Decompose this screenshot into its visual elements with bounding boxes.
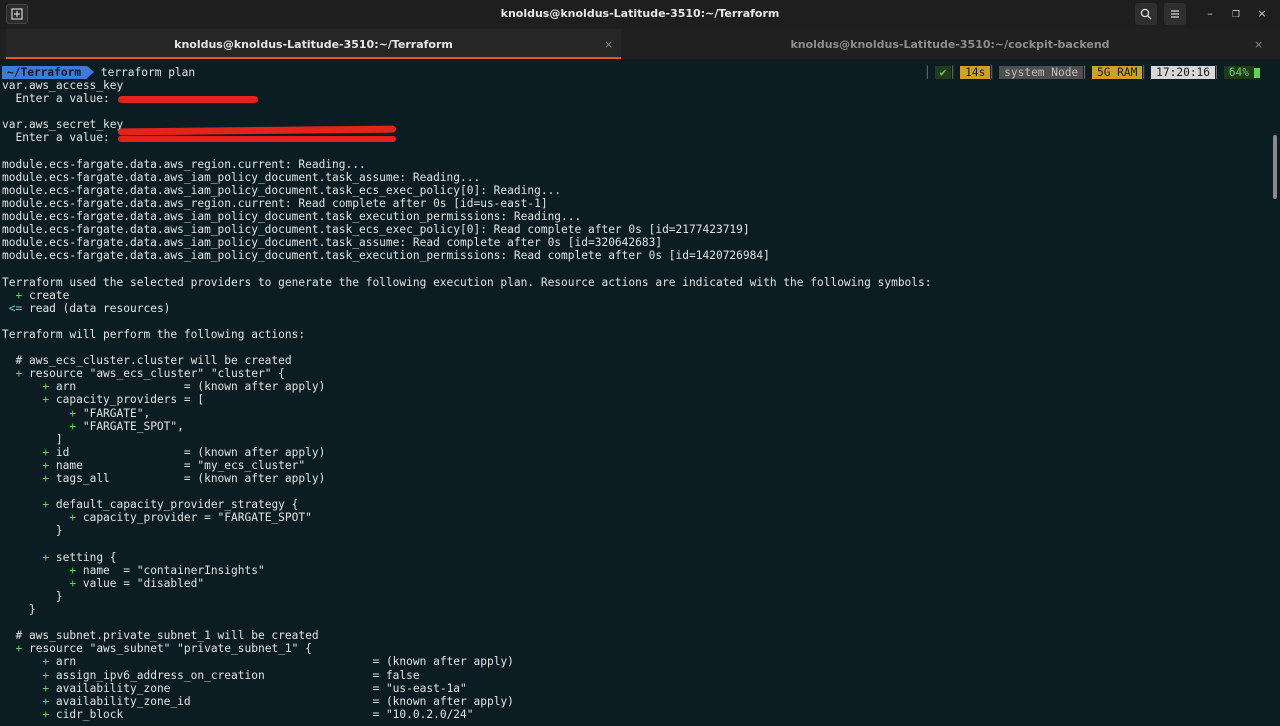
minimize-button[interactable]: –: [1201, 5, 1219, 23]
terminal-line: + create: [15, 288, 70, 302]
terminal-line: var.aws_secret_key: [2, 118, 124, 132]
redaction-mark: [118, 136, 396, 142]
prompt-arrow-icon: [87, 66, 95, 78]
terminal-line: ]: [2, 432, 63, 446]
segment-separator-icon: ▏: [1216, 66, 1223, 79]
terminal-line: + tags_all = (known after apply): [42, 472, 326, 485]
maximize-button[interactable]: ❐: [1227, 5, 1245, 23]
terminal-line: + arn = (known after apply): [42, 655, 514, 669]
title-bar: knoldus@knoldus-Latitude-3510:~/Terrafor…: [0, 0, 1280, 29]
terminal-line: + resource "aws_subnet" "private_subnet_…: [15, 642, 312, 656]
terminal-line: + "FARGATE_SPOT",: [69, 419, 184, 433]
menu-button[interactable]: [1164, 3, 1186, 25]
status-segments: ▏ ✔ ▏ 14s ▏ system Node ▏ 5G RAM ▏ 17:20…: [926, 66, 1260, 79]
redaction-mark: [117, 125, 397, 136]
status-check-icon: ✔: [934, 66, 952, 79]
terminal-line: module.ecs-fargate.data.aws_region.curre…: [2, 157, 366, 171]
tab-close-icon[interactable]: ×: [604, 38, 613, 51]
prompt-path: ~/Terraform: [2, 66, 88, 79]
terminal-line: module.ecs-fargate.data.aws_iam_policy_d…: [2, 170, 481, 184]
terminal-line: module.ecs-fargate.data.aws_iam_policy_d…: [2, 223, 750, 237]
terminal-line: # aws_ecs_cluster.cluster will be create…: [2, 354, 292, 368]
tab-close-icon[interactable]: ×: [1254, 38, 1263, 51]
status-duration: 14s: [960, 66, 991, 79]
terminal-line: module.ecs-fargate.data.aws_iam_policy_d…: [2, 183, 562, 197]
terminal-line: + assign_ipv6_address_on_creation = fals…: [42, 668, 420, 682]
tab-label: knoldus@knoldus-Latitude-3510:~/Terrafor…: [174, 38, 453, 51]
segment-separator-icon: ▏: [1084, 66, 1091, 79]
terminal-line: Terraform used the selected providers to…: [2, 275, 932, 289]
tab-bar: knoldus@knoldus-Latitude-3510:~/Terrafor…: [0, 29, 1280, 59]
terminal-line: module.ecs-fargate.data.aws_iam_policy_d…: [2, 236, 663, 250]
terminal-line: # aws_subnet.private_subnet_1 will be cr…: [2, 629, 319, 643]
terminal-line: module.ecs-fargate.data.aws_iam_policy_d…: [2, 210, 582, 223]
search-button[interactable]: [1135, 3, 1157, 25]
window-title: knoldus@knoldus-Latitude-3510:~/Terrafor…: [500, 7, 780, 20]
terminal-line: }: [2, 589, 63, 603]
terminal-line: + capacity_providers = [: [42, 393, 205, 407]
terminal-line: + "FARGATE",: [69, 406, 151, 420]
search-icon: [1140, 8, 1152, 20]
terminal-line: module.ecs-fargate.data.aws_iam_policy_d…: [2, 249, 770, 263]
terminal-line: + capacity_provider = "FARGATE_SPOT": [69, 511, 312, 525]
terminal-line: + id = (known after apply): [42, 445, 326, 459]
terminal-line: Terraform will perform the following act…: [2, 327, 306, 341]
status-node: system Node: [999, 66, 1084, 79]
tab-terraform[interactable]: knoldus@knoldus-Latitude-3510:~/Terrafor…: [6, 29, 621, 59]
segment-separator-icon: ▏: [926, 66, 934, 79]
terminal-line: + default_capacity_provider_strategy {: [42, 498, 299, 512]
terminal-line: Enter a value:: [2, 131, 117, 145]
terminal-line: + setting {: [42, 550, 117, 564]
terminal-line: + availability_zone_id = (known after ap…: [42, 694, 514, 708]
prompt-command: terraform plan: [100, 66, 196, 79]
terminal-line: var.aws_access_key: [2, 79, 124, 92]
scrollbar[interactable]: [1273, 135, 1277, 199]
terminal-line: }: [2, 603, 36, 616]
terminal-line: + arn = (known after apply): [42, 380, 326, 394]
close-icon: ×: [1257, 7, 1267, 20]
terminal-line: module.ecs-fargate.data.aws_region.curre…: [2, 196, 548, 210]
terminal-line: + cidr_block = "10.0.2.0/24": [42, 707, 474, 721]
restore-icon: ❐: [1231, 10, 1241, 20]
terminal-line: Enter a value:: [2, 92, 117, 106]
terminal-line: + resource "aws_ecs_cluster" "cluster" {: [15, 367, 285, 381]
close-window-button[interactable]: ×: [1253, 5, 1271, 23]
terminal-line: + availability_zone = "us-east-1a": [42, 681, 467, 695]
redaction-mark: [118, 96, 258, 103]
battery-level-icon: [1254, 68, 1260, 78]
terminal-output[interactable]: ~/Terraform terraform plan var.aws_acces…: [0, 59, 1272, 726]
terminal-line: + name = "my_ecs_cluster": [42, 458, 306, 472]
hamburger-menu-icon: [1171, 10, 1179, 18]
status-battery: 64%: [1223, 66, 1254, 79]
tab-label: knoldus@knoldus-Latitude-3510:~/cockpit-…: [790, 38, 1110, 51]
segment-separator-icon: ▏: [952, 66, 960, 79]
prompt-line: ~/Terraform terraform plan: [2, 66, 195, 79]
segment-separator-icon: ▏: [991, 66, 999, 79]
minimize-icon: –: [1207, 7, 1213, 20]
tab-cockpit-backend[interactable]: knoldus@knoldus-Latitude-3510:~/cockpit-…: [626, 29, 1274, 59]
status-ram: 5G RAM: [1091, 66, 1143, 79]
segment-separator-icon: ▏: [1143, 66, 1151, 79]
terminal-line: }: [2, 524, 63, 538]
terminal-line: + value = "disabled": [69, 576, 205, 590]
terminal-line: + name = "containerInsights": [69, 563, 265, 577]
status-time: 17:20:16: [1151, 66, 1216, 79]
terminal-line: <= read (data resources): [8, 301, 171, 315]
